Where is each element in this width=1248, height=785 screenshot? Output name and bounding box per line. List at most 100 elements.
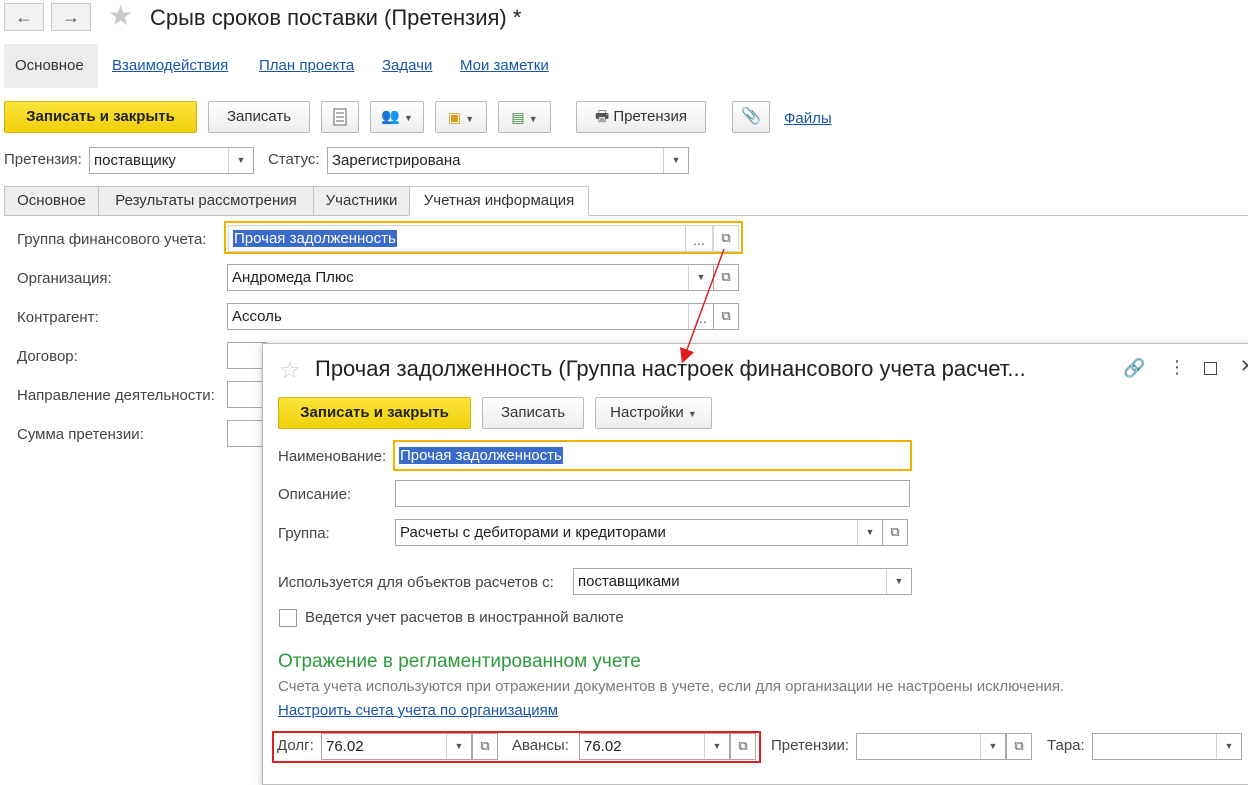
dialog-settings-button[interactable]: Настройки ▼: [595, 397, 712, 429]
claim-type-select[interactable]: поставщику ▼: [89, 147, 254, 174]
inner-tab-main[interactable]: Основное: [4, 186, 99, 216]
select-ellipsis-button[interactable]: ...: [688, 304, 713, 329]
open-icon: ⧉: [890, 524, 900, 539]
chevron-down-icon[interactable]: ▼: [704, 734, 729, 759]
description-field[interactable]: [395, 480, 910, 507]
save-and-close-button[interactable]: Записать и закрыть: [4, 101, 197, 133]
fin-group-field[interactable]: Прочая задолженность ...: [228, 225, 713, 252]
foreign-currency-checkbox[interactable]: [279, 609, 297, 627]
open-fin-group-button[interactable]: ⧉: [713, 225, 739, 252]
tab-main[interactable]: Основное: [4, 44, 98, 88]
fin-group-value: Прочая задолженность: [233, 230, 397, 247]
forward-button[interactable]: →: [51, 3, 91, 31]
open-claims-account-button[interactable]: ⧉: [1006, 733, 1032, 760]
debt-account-select[interactable]: 76.02 ▼: [321, 733, 472, 760]
print-claim-button[interactable]: 🖶 Претензия: [576, 101, 706, 133]
open-debt-account-button[interactable]: ⧉: [472, 733, 498, 760]
organization-label: Организация:: [17, 270, 112, 287]
tab-my-notes[interactable]: Мои заметки: [460, 57, 549, 74]
maximize-icon[interactable]: [1204, 362, 1217, 375]
document-icon: [333, 108, 347, 126]
group-value: Расчеты с дебиторами и кредиторами: [400, 524, 666, 541]
claim-amount-field[interactable]: [227, 420, 267, 447]
save-button[interactable]: Записать: [208, 101, 310, 133]
configure-accounts-link[interactable]: Настроить счета учета по организациям: [278, 702, 558, 719]
tare-label: Тара:: [1047, 737, 1085, 754]
attach-button[interactable]: 📎: [732, 101, 770, 133]
chevron-down-icon[interactable]: ▼: [980, 734, 1005, 759]
counterparty-field[interactable]: Ассоль ...: [227, 303, 714, 330]
forward-arrow-icon: →: [62, 7, 80, 27]
organization-select[interactable]: Андромеда Плюс ▼: [227, 264, 714, 291]
tab-project-plan[interactable]: План проекта: [259, 57, 354, 74]
advances-account-select[interactable]: 76.02 ▼: [579, 733, 730, 760]
more-menu-icon[interactable]: ⋮: [1168, 357, 1186, 378]
fin-group-dialog: ☆ Прочая задолженность (Группа настроек …: [262, 343, 1248, 785]
print-claim-label: Претензия: [613, 108, 688, 125]
create-based-menu-button[interactable]: ▣ ▼: [435, 101, 487, 133]
contract-label: Договор:: [17, 348, 78, 365]
debt-account-value: 76.02: [326, 738, 364, 755]
chevron-down-icon[interactable]: ▼: [228, 148, 253, 173]
chevron-down-icon: ▼: [687, 409, 697, 419]
open-organization-button[interactable]: ⧉: [713, 264, 739, 291]
chevron-down-icon[interactable]: ▼: [886, 569, 911, 594]
open-counterparty-button[interactable]: ⧉: [713, 303, 739, 330]
settings-label: Настройки: [610, 404, 684, 421]
status-select[interactable]: Зарегистрирована ▼: [327, 147, 689, 174]
claims-account-select[interactable]: ▼: [856, 733, 1006, 760]
counterparty-label: Контрагент:: [17, 309, 99, 326]
open-icon: ⧉: [1014, 738, 1024, 753]
inner-tab-review-results[interactable]: Результаты рассмотрения: [98, 186, 314, 216]
back-arrow-icon: ←: [15, 7, 33, 27]
document-list-button[interactable]: [321, 101, 359, 133]
related-docs-icon: ▤: [511, 109, 525, 125]
foreign-currency-label: Ведется учет расчетов в иностранной валю…: [305, 609, 624, 626]
users-icon: 👥: [381, 108, 400, 125]
back-button[interactable]: ←: [4, 3, 44, 31]
open-icon: ⧉: [721, 308, 731, 323]
dialog-save-and-close-button[interactable]: Записать и закрыть: [278, 397, 471, 429]
status-value: Зарегистрирована: [332, 152, 461, 169]
page-title: Срыв сроков поставки (Претензия) *: [150, 5, 522, 30]
link-icon[interactable]: 🔗: [1123, 358, 1145, 379]
chevron-down-icon[interactable]: ▼: [446, 734, 471, 759]
used-for-select[interactable]: поставщиками ▼: [573, 568, 912, 595]
files-link[interactable]: Файлы: [784, 110, 832, 127]
claims-label: Претензии:: [771, 737, 850, 754]
inner-tab-accounting-info[interactable]: Учетная информация: [409, 186, 589, 216]
advances-account-value: 76.02: [584, 738, 622, 755]
dialog-save-button[interactable]: Записать: [482, 397, 584, 429]
open-group-button[interactable]: ⧉: [882, 519, 908, 546]
claim-type-label: Претензия:: [4, 151, 82, 168]
tab-interactions[interactable]: Взаимодействия: [112, 57, 228, 74]
chevron-down-icon: ▼: [403, 113, 413, 123]
used-for-label: Используется для объектов расчетов с:: [278, 574, 554, 591]
select-ellipsis-button[interactable]: ...: [685, 226, 712, 251]
open-advances-account-button[interactable]: ⧉: [730, 733, 756, 760]
group-select[interactable]: Расчеты с дебиторами и кредиторами ▼: [395, 519, 883, 546]
open-icon: ⧉: [721, 269, 731, 284]
name-label: Наименование:: [278, 448, 387, 465]
favorite-star-icon[interactable]: ☆: [279, 357, 301, 385]
inner-tab-participants[interactable]: Участники: [313, 186, 410, 216]
favorite-star-icon[interactable]: ★: [108, 2, 133, 30]
name-field[interactable]: Прочая задолженность: [393, 440, 912, 471]
contract-field[interactable]: [227, 342, 267, 369]
used-for-value: поставщиками: [578, 573, 680, 590]
claim-amount-label: Сумма претензии:: [17, 426, 144, 443]
open-icon: ⧉: [480, 738, 490, 753]
chevron-down-icon[interactable]: ▼: [663, 148, 688, 173]
tare-account-select[interactable]: ▼: [1092, 733, 1242, 760]
chevron-down-icon[interactable]: ▼: [857, 520, 882, 545]
document-clock-icon: ▣: [447, 109, 462, 125]
participants-menu-button[interactable]: 👥 ▼: [370, 101, 424, 133]
chevron-down-icon[interactable]: ▼: [1216, 734, 1241, 759]
direction-field[interactable]: [227, 381, 267, 408]
close-icon[interactable]: ✕: [1240, 356, 1248, 377]
tab-tasks[interactable]: Задачи: [382, 57, 432, 74]
chevron-down-icon[interactable]: ▼: [688, 265, 713, 290]
section-title: Отражение в регламентированном учете: [278, 651, 641, 672]
description-label: Описание:: [278, 486, 352, 503]
related-documents-menu-button[interactable]: ▤ ▼: [498, 101, 551, 133]
